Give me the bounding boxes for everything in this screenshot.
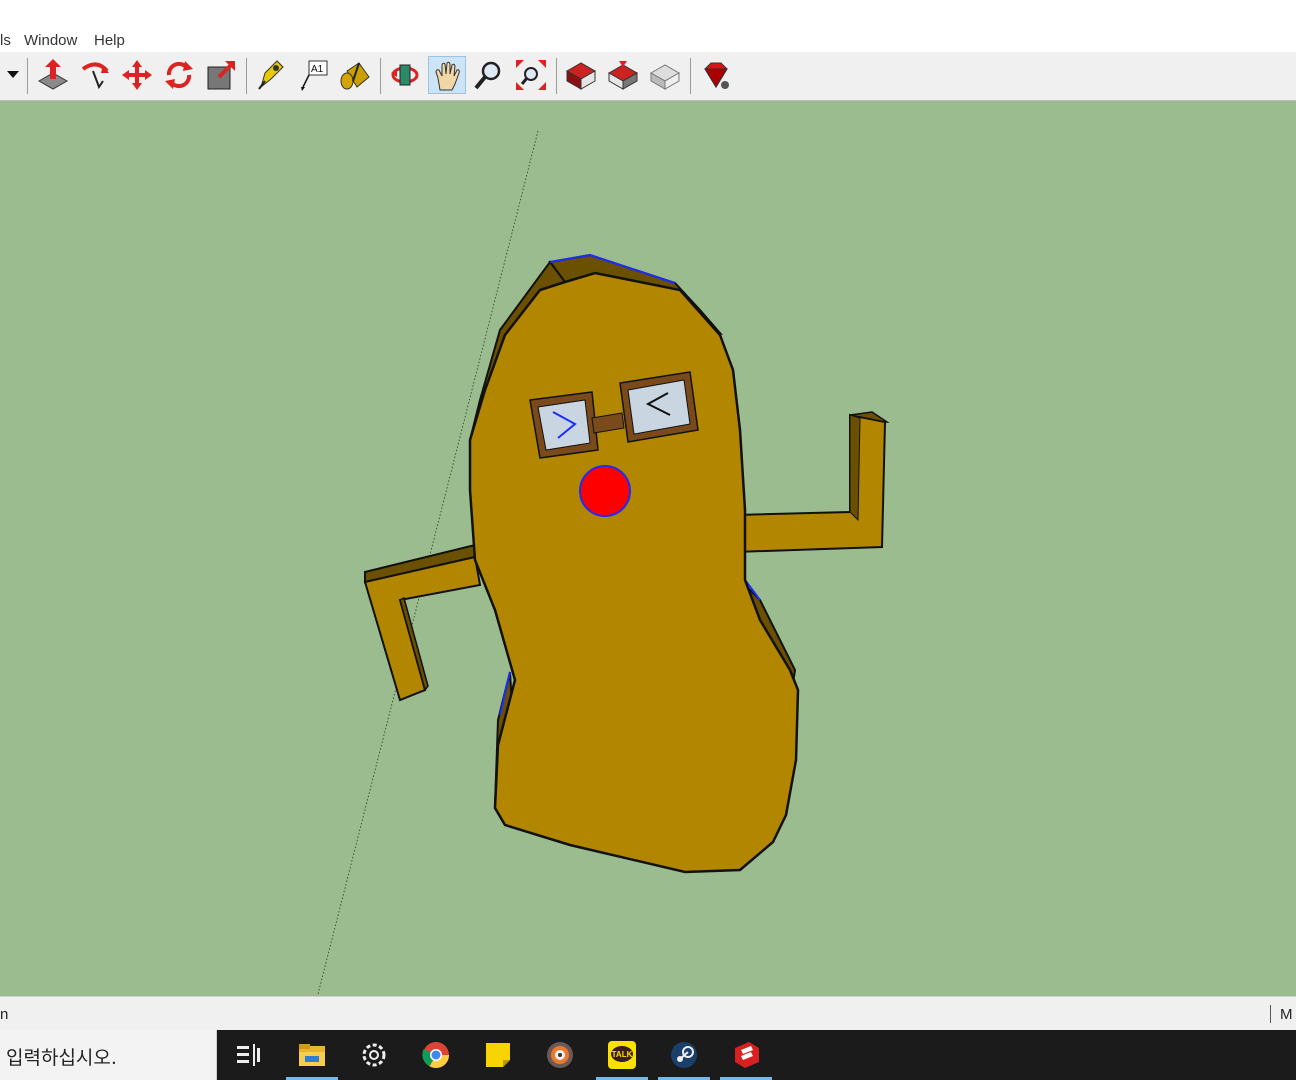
media-player-icon [545, 1040, 575, 1070]
3d-warehouse-button[interactable] [562, 56, 600, 94]
toolbar-separator [380, 58, 381, 94]
orbit-button[interactable] [386, 56, 424, 94]
menu-tools[interactable]: ls [0, 32, 11, 49]
scale-icon [205, 59, 237, 91]
tape-measure-button[interactable] [252, 56, 290, 94]
orbit-icon [389, 59, 421, 91]
scale-button[interactable] [202, 56, 240, 94]
3d-warehouse-icon [565, 59, 597, 91]
kakaotalk-icon: TALK [607, 1040, 637, 1070]
sticky-notes-button[interactable] [472, 1030, 524, 1080]
kakaotalk-button[interactable]: TALK [596, 1030, 648, 1080]
status-text: n [0, 1006, 8, 1023]
task-view-button[interactable] [222, 1030, 274, 1080]
move-button[interactable] [118, 56, 156, 94]
menu-window[interactable]: Window [24, 32, 77, 49]
follow-me-button[interactable] [76, 56, 114, 94]
menu-bar: ls Window Help [0, 30, 1296, 52]
settings-button[interactable] [348, 1030, 400, 1080]
toolbar-separator [27, 58, 28, 94]
title-bar-area [0, 0, 1296, 30]
toolbar-separator [556, 58, 557, 94]
rotate-icon [163, 59, 195, 91]
steam-icon [669, 1040, 699, 1070]
paint-bucket-icon [339, 59, 371, 91]
move-icon [121, 59, 153, 91]
taskbar: 입력하십시오. [0, 1030, 1296, 1080]
model-viewport[interactable] [0, 101, 1296, 996]
extension-warehouse-icon [699, 59, 731, 91]
toolbar-separator [246, 58, 247, 94]
push-pull-icon [37, 59, 69, 91]
nose[interactable] [580, 466, 630, 516]
sketchup-icon [731, 1040, 761, 1070]
status-bar: n M [0, 996, 1296, 1031]
toolbar: A1 [0, 52, 1296, 101]
pan-button[interactable] [428, 56, 466, 94]
text-icon: A1 [297, 59, 329, 91]
text-button[interactable]: A1 [294, 56, 332, 94]
share-model-button[interactable] [604, 56, 642, 94]
tape-measure-icon [255, 59, 287, 91]
sticky-notes-icon [483, 1040, 513, 1070]
kakaotalk-label: TALK [612, 1050, 633, 1059]
zoom-extents-button[interactable] [512, 56, 550, 94]
zoom-extents-icon [515, 59, 547, 91]
right-arm[interactable] [735, 412, 887, 552]
rotate-button[interactable] [160, 56, 198, 94]
media-player-button[interactable] [534, 1030, 586, 1080]
search-box[interactable]: 입력하십시오. [0, 1030, 217, 1080]
body-front[interactable] [470, 273, 798, 872]
follow-me-icon [79, 59, 111, 91]
status-divider [1270, 1005, 1271, 1023]
file-explorer-button[interactable] [286, 1030, 338, 1080]
menu-help[interactable]: Help [94, 32, 125, 49]
zoom-button[interactable] [470, 56, 508, 94]
extension-warehouse-button[interactable] [696, 56, 734, 94]
settings-icon [359, 1040, 389, 1070]
toolbar-separator [690, 58, 691, 94]
chrome-button[interactable] [410, 1030, 462, 1080]
get-model-icon [649, 59, 681, 91]
search-placeholder: 입력하십시오. [6, 1043, 117, 1070]
pan-icon [432, 60, 464, 92]
steam-button[interactable] [658, 1030, 710, 1080]
push-pull-button[interactable] [34, 56, 72, 94]
toolbar-dropdown-icon[interactable] [6, 70, 20, 80]
get-model-button[interactable] [646, 56, 684, 94]
file-explorer-icon [297, 1040, 327, 1070]
zoom-icon [473, 59, 505, 91]
sketchup-button[interactable] [720, 1030, 772, 1080]
left-arm[interactable] [365, 545, 480, 700]
svg-text:A1: A1 [311, 64, 324, 75]
task-view-icon [233, 1040, 263, 1070]
share-model-icon [607, 59, 639, 91]
paint-bucket-button[interactable] [336, 56, 374, 94]
chrome-icon [421, 1040, 451, 1070]
measurements-label: M [1280, 1006, 1293, 1023]
model-canvas[interactable] [0, 101, 1296, 996]
